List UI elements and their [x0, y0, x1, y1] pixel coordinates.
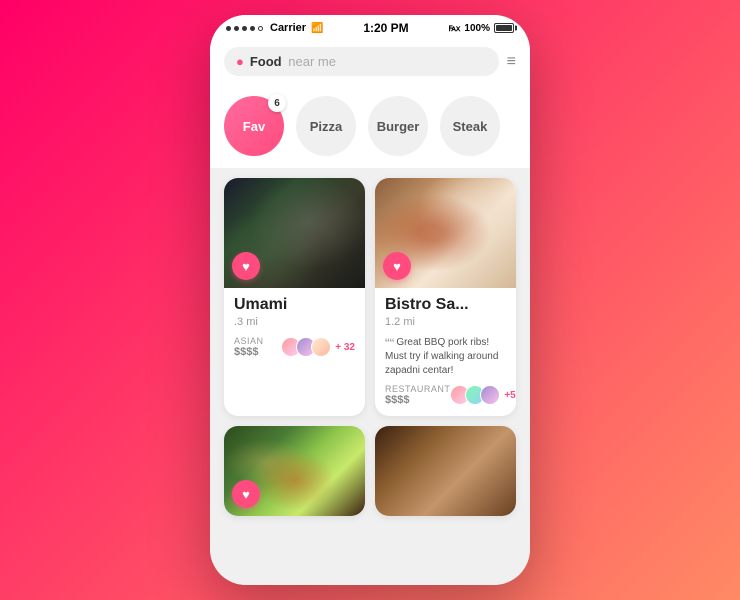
card-umami[interactable]: ♥ Umami .3 mi ASIAN $$$$	[224, 178, 365, 416]
time-display: 1:20 PM	[363, 21, 408, 35]
status-bar: Carrier 📶 1:20 PM ℻ 100%	[210, 15, 530, 39]
umami-tag-price: ASIAN $$$$	[234, 336, 264, 358]
umami-likes: + 32	[335, 342, 355, 353]
bistro-price: $$$$	[385, 394, 450, 406]
bistro-heart-button[interactable]: ♥	[383, 252, 411, 280]
card-umami-body: Umami .3 mi ASIAN $$$$	[224, 288, 365, 368]
wifi-icon: 📶	[311, 23, 323, 34]
phone-frame: Carrier 📶 1:20 PM ℻ 100% ● Food near me …	[210, 15, 530, 585]
carrier-label: Carrier	[270, 22, 306, 34]
category-pizza[interactable]: Pizza	[296, 96, 356, 156]
bistro-avatar-3	[480, 385, 500, 405]
bistro-quote-text: Great BBQ pork ribs! Must try if walking…	[385, 337, 498, 376]
card-salad[interactable]: ♥	[224, 426, 365, 516]
umami-distance: .3 mi	[234, 316, 355, 328]
avatar-3	[311, 337, 331, 357]
card-fourth[interactable]	[375, 426, 516, 516]
umami-tag: ASIAN	[234, 336, 264, 346]
card-salad-image: ♥	[224, 426, 365, 516]
search-light: near me	[288, 54, 336, 69]
umami-avatars	[281, 337, 331, 357]
signal-dot-1	[226, 26, 231, 31]
card-fourth-image	[375, 426, 516, 516]
card-umami-image: ♥	[224, 178, 365, 288]
quote-mark: ““	[385, 335, 394, 351]
location-icon: ●	[236, 54, 244, 69]
battery-pct: 100%	[464, 23, 490, 34]
bluetooth-icon: ℻	[448, 23, 460, 34]
umami-footer: ASIAN $$$$ + 32	[234, 336, 355, 358]
signal-dot-5	[258, 26, 263, 31]
status-left: Carrier 📶	[226, 22, 324, 34]
bistro-social: +5	[450, 385, 515, 405]
bistro-avatars	[450, 385, 500, 405]
umami-heart-button[interactable]: ♥	[232, 252, 260, 280]
category-steak-circle: Steak	[440, 96, 500, 156]
umami-title: Umami	[234, 296, 355, 314]
category-pizza-circle: Pizza	[296, 96, 356, 156]
search-bold: Food	[250, 54, 282, 69]
signal-dot-4	[250, 26, 255, 31]
category-steak[interactable]: Steak	[440, 96, 500, 156]
card-bistro[interactable]: ♥ Bistro Sa... 1.2 mi ““Great BBQ pork r…	[375, 178, 516, 416]
category-fav[interactable]: Fav 6	[224, 96, 284, 156]
signal-dot-2	[234, 26, 239, 31]
card-bistro-image: ♥	[375, 178, 516, 288]
category-burger-circle: Burger	[368, 96, 428, 156]
bistro-tag-price: RESTAURANT $$$$	[385, 384, 450, 406]
umami-price: $$$$	[234, 346, 264, 358]
search-text: Food near me	[250, 54, 336, 69]
bistro-title: Bistro Sa...	[385, 296, 506, 314]
search-bar[interactable]: ● Food near me	[224, 47, 499, 76]
bistro-footer: RESTAURANT $$$$ +5	[385, 384, 506, 406]
signal-dot-3	[242, 26, 247, 31]
bistro-likes: +5	[504, 390, 515, 401]
battery-fill	[496, 25, 512, 31]
battery-icon	[494, 23, 514, 33]
category-burger[interactable]: Burger	[368, 96, 428, 156]
cards-grid: ♥ Umami .3 mi ASIAN $$$$	[224, 178, 516, 516]
categories-row: Fav 6 Pizza Burger Steak	[210, 86, 530, 168]
category-fav-badge: 6	[268, 94, 286, 112]
umami-social: + 32	[281, 337, 355, 357]
salad-heart-button[interactable]: ♥	[232, 480, 260, 508]
bistro-tag: RESTAURANT	[385, 384, 450, 394]
bistro-quote: ““Great BBQ pork ribs! Must try if walki…	[385, 336, 506, 378]
bistro-distance: 1.2 mi	[385, 316, 506, 328]
filter-icon[interactable]: ≡	[507, 53, 516, 71]
status-right: ℻ 100%	[448, 23, 514, 34]
card-bistro-body: Bistro Sa... 1.2 mi ““Great BBQ pork rib…	[375, 288, 516, 416]
search-bar-container: ● Food near me ≡	[210, 39, 530, 86]
content-area: ♥ Umami .3 mi ASIAN $$$$	[210, 168, 530, 585]
